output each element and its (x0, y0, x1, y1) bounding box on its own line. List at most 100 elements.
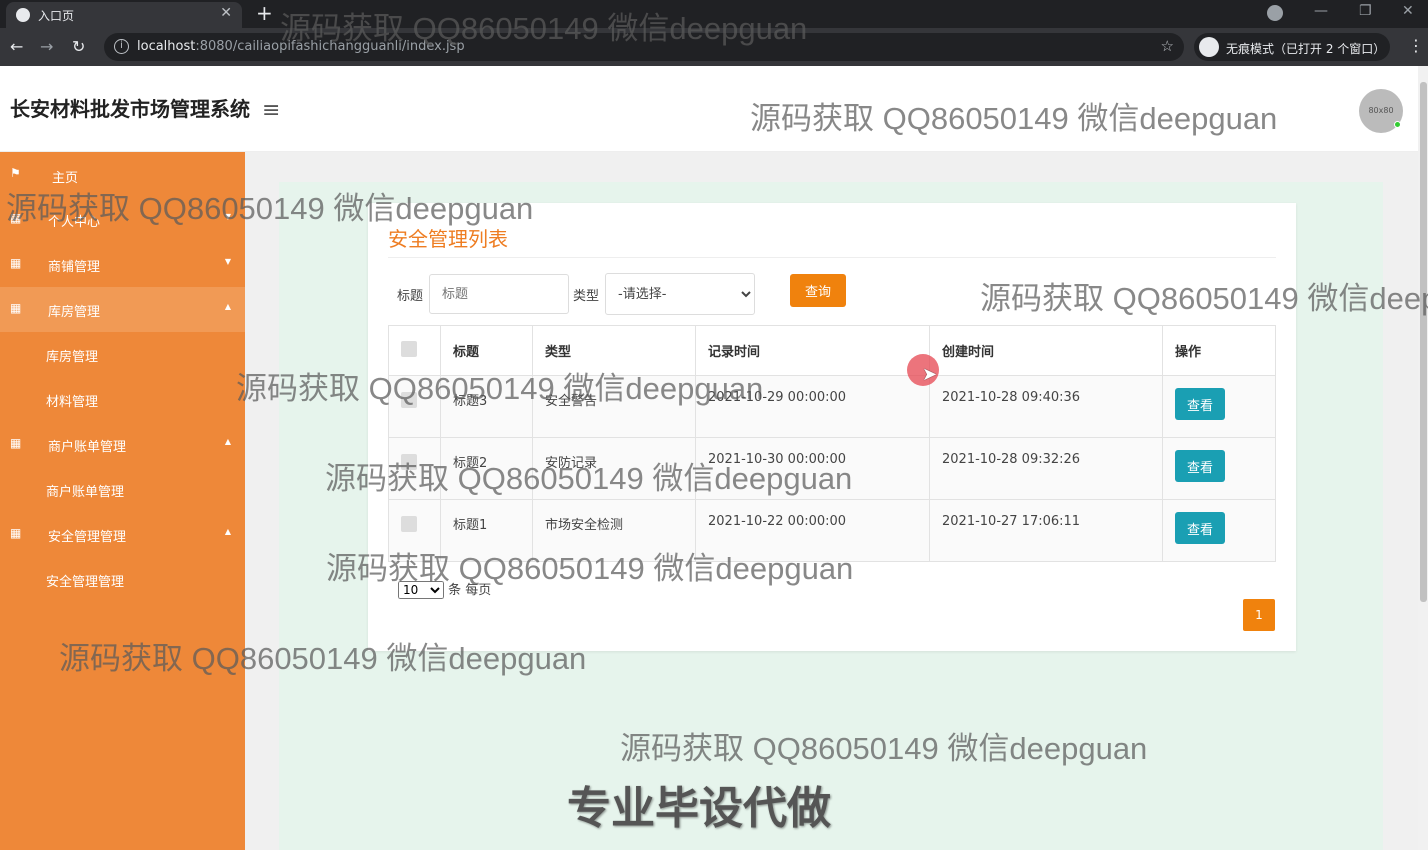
safety-table: 标题 类型 记录时间 创建时间 操作 标题3 安全警告 2021-10-29 0… (388, 325, 1276, 562)
type-select[interactable]: -请选择- (605, 273, 755, 315)
column-header: 记录时间 (695, 325, 930, 376)
grid-icon: ▦ (10, 436, 22, 450)
cell-title: 标题1 (440, 499, 533, 562)
browser-menu-icon[interactable]: ⋮ (1408, 36, 1424, 55)
sidebar-subitem-safety[interactable]: 安全管理管理 (0, 557, 245, 602)
sidebar-item-label: 商户账单管理 (48, 440, 127, 455)
browser-tabbar: 入口页 ✕ + — ❐ ✕ (0, 0, 1428, 28)
page-size-select[interactable]: 10 (398, 581, 444, 599)
close-tab-icon[interactable]: ✕ (220, 5, 232, 21)
restore-button[interactable]: ❐ (1359, 3, 1372, 19)
sidebar-subitem-materials[interactable]: 材料管理 (0, 377, 245, 422)
grid-icon: ▦ (10, 256, 22, 270)
sidebar-item-profile[interactable]: ▦ 个人中心 ▼ (0, 197, 245, 242)
cell-actions: 查看 (1162, 375, 1276, 438)
caret-down-icon: ▼ (224, 212, 231, 221)
flag-icon: ⚑ (10, 166, 21, 180)
caret-up-icon: ▲ (224, 302, 231, 311)
online-status-dot (1394, 121, 1401, 128)
app-title: 长安材料批发市场管理系统 (10, 97, 250, 121)
column-header: 创建时间 (929, 325, 1163, 376)
globe-icon (16, 8, 30, 22)
select-all-cell (388, 325, 441, 376)
view-button[interactable]: 查看 (1175, 388, 1225, 420)
row-checkbox[interactable] (401, 516, 417, 532)
sidebar-item-billing[interactable]: ▦ 商户账单管理 ▲ (0, 422, 245, 467)
info-icon[interactable]: i (114, 39, 129, 54)
watermark-banner: 专业毕设代做 (567, 783, 831, 834)
browser-toolbar: ← → ↻ i localhost:8080/cailiaopifashicha… (0, 28, 1428, 66)
cell-actions: 查看 (1162, 499, 1276, 562)
page-title: 安全管理列表 (388, 227, 508, 251)
address-bar[interactable]: i localhost:8080/cailiaopifashichangguan… (104, 33, 1184, 61)
sidebar-item-shops[interactable]: ▦ 商铺管理 ▼ (0, 242, 245, 287)
grid-icon: ▦ (10, 301, 22, 315)
mouse-cursor-icon: ➤ (922, 364, 938, 385)
back-icon[interactable]: ← (10, 37, 23, 56)
cell-title: 标题2 (440, 437, 533, 500)
forward-icon[interactable]: → (40, 37, 53, 56)
sidebar: ⚑ 主页 ▦ 个人中心 ▼ ▦ 商铺管理 ▼ ▦ 库房管理 ▲ 库房管理 材料管… (0, 152, 245, 850)
sidebar-item-label: 主页 (52, 171, 79, 186)
bookmark-star-icon[interactable]: ☆ (1161, 37, 1174, 55)
cell-create-time: 2021-10-27 17:06:11 (929, 499, 1163, 562)
sidebar-item-safety[interactable]: ▦ 安全管理管理 ▲ (0, 512, 245, 557)
cell-record-time: 2021-10-30 00:00:00 (695, 437, 930, 500)
row-select-cell (388, 375, 441, 438)
sidebar-subitem-billing[interactable]: 商户账单管理 (0, 467, 245, 512)
sidebar-item-home[interactable]: ⚑ 主页 (0, 152, 245, 197)
sidebar-item-warehouse[interactable]: ▦ 库房管理 ▲ (0, 287, 245, 332)
type-label: 类型 (573, 289, 600, 304)
cell-actions: 查看 (1162, 437, 1276, 500)
row-checkbox[interactable] (401, 454, 417, 470)
scrollbar-thumb[interactable] (1420, 82, 1427, 602)
sidebar-subitem-label: 商户账单管理 (46, 485, 125, 500)
window-close-button[interactable]: ✕ (1402, 3, 1414, 19)
profile-menu-icon[interactable] (1267, 5, 1283, 21)
tab-title: 入口页 (38, 9, 75, 23)
sidebar-subitem-label: 材料管理 (46, 395, 99, 410)
view-button[interactable]: 查看 (1175, 512, 1225, 544)
divider (388, 257, 1276, 258)
sidebar-item-label: 商铺管理 (48, 260, 101, 275)
grid-icon: ▦ (10, 211, 22, 225)
grid-icon: ▦ (10, 526, 22, 540)
table-row: 标题1 市场安全检测 2021-10-22 00:00:00 2021-10-2… (388, 499, 1276, 562)
caret-down-icon: ▼ (224, 257, 231, 266)
cell-type: 市场安全检测 (532, 499, 696, 562)
cell-create-time: 2021-10-28 09:32:26 (929, 437, 1163, 500)
select-all-checkbox[interactable] (401, 340, 417, 357)
cell-title: 标题3 (440, 375, 533, 438)
page-size-suffix: 条 每页 (448, 583, 492, 598)
title-label: 标题 (397, 289, 424, 304)
list-card: 安全管理列表 标题 类型 -请选择- 查询 标题 类型 记录时间 创建时间 操作… (368, 203, 1296, 651)
app-header: 长安材料批发市场管理系统 ≡ 80x80 (0, 66, 1418, 152)
row-select-cell (388, 437, 441, 500)
reload-icon[interactable]: ↻ (72, 37, 85, 56)
sidebar-item-label: 库房管理 (48, 305, 101, 320)
cell-create-time: 2021-10-28 09:40:36 (929, 375, 1163, 438)
cell-type: 安防记录 (532, 437, 696, 500)
column-header: 类型 (532, 325, 696, 376)
table-row: 标题2 安防记录 2021-10-30 00:00:00 2021-10-28 … (388, 437, 1276, 500)
page-number-button[interactable]: 1 (1243, 599, 1275, 631)
view-button[interactable]: 查看 (1175, 450, 1225, 482)
query-button[interactable]: 查询 (790, 274, 846, 307)
cell-record-time: 2021-10-22 00:00:00 (695, 499, 930, 562)
table-row: 标题3 安全警告 2021-10-29 00:00:00 2021-10-28 … (388, 375, 1276, 438)
browser-tab[interactable]: 入口页 ✕ (6, 2, 242, 28)
url-text: localhost:8080/cailiaopifashichangguanli… (137, 39, 465, 54)
minimize-button[interactable]: — (1314, 3, 1328, 19)
hamburger-menu-icon[interactable]: ≡ (262, 98, 280, 123)
sidebar-subitem-warehouse[interactable]: 库房管理 (0, 332, 245, 377)
incognito-text: 无痕模式（已打开 2 个窗口） (1226, 42, 1386, 56)
row-select-cell (388, 499, 441, 562)
new-tab-button[interactable]: + (256, 1, 273, 25)
incognito-indicator[interactable]: 无痕模式（已打开 2 个窗口） (1194, 33, 1390, 61)
column-header: 操作 (1162, 325, 1276, 376)
title-search-input[interactable] (429, 274, 569, 314)
sidebar-item-label: 安全管理管理 (48, 530, 127, 545)
incognito-icon (1199, 37, 1219, 57)
row-checkbox[interactable] (401, 392, 417, 408)
sidebar-item-label: 个人中心 (48, 215, 101, 230)
